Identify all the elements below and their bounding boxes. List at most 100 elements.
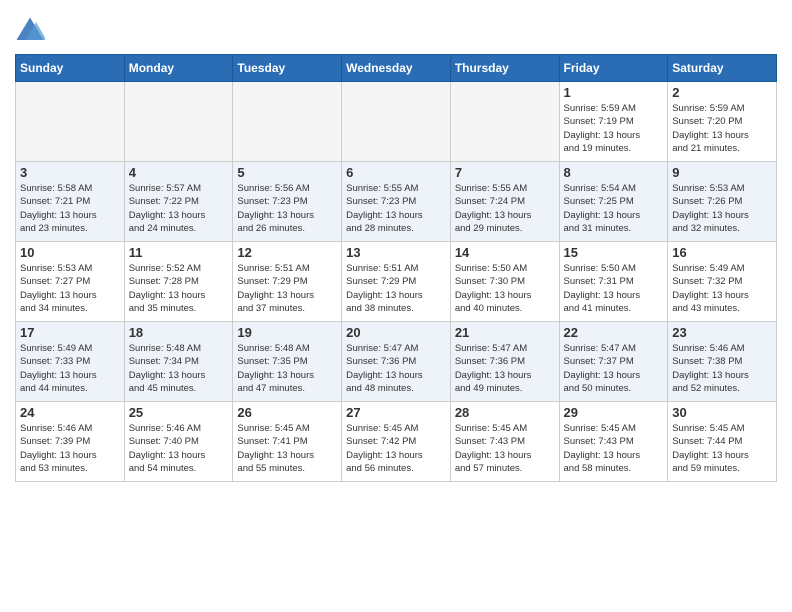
calendar-cell: 5 Sunrise: 5:56 AMSunset: 7:23 PMDaylight… [233,162,342,242]
weekday-header-row: SundayMondayTuesdayWednesdayThursdayFrid… [16,55,777,82]
day-info: Sunrise: 5:56 AMSunset: 7:23 PMDaylight:… [237,182,337,235]
day-number: 26 [237,405,337,420]
day-info: Sunrise: 5:48 AMSunset: 7:34 PMDaylight:… [129,342,229,395]
day-info: Sunrise: 5:58 AMSunset: 7:21 PMDaylight:… [20,182,120,235]
day-number: 1 [564,85,664,100]
day-info: Sunrise: 5:47 AMSunset: 7:37 PMDaylight:… [564,342,664,395]
calendar-cell [450,82,559,162]
weekday-header-friday: Friday [559,55,668,82]
day-number: 13 [346,245,446,260]
calendar-cell: 4 Sunrise: 5:57 AMSunset: 7:22 PMDaylight… [124,162,233,242]
calendar-cell: 29Sunrise: 5:45 AMSunset: 7:43 PMDayligh… [559,402,668,482]
day-number: 15 [564,245,664,260]
day-info: Sunrise: 5:46 AMSunset: 7:38 PMDaylight:… [672,342,772,395]
weekday-header-sunday: Sunday [16,55,125,82]
day-number: 9 [672,165,772,180]
weekday-header-monday: Monday [124,55,233,82]
day-number: 7 [455,165,555,180]
day-info: Sunrise: 5:54 AMSunset: 7:25 PMDaylight:… [564,182,664,235]
day-number: 27 [346,405,446,420]
day-number: 20 [346,325,446,340]
day-number: 22 [564,325,664,340]
day-number: 5 [237,165,337,180]
calendar-week-5: 24 Sunrise: 5:46 AMSunset: 7:39 PMDayligh… [16,402,777,482]
calendar-cell: 11Sunrise: 5:52 AMSunset: 7:28 PMDayligh… [124,242,233,322]
day-info: Sunrise: 5:45 AMSunset: 7:41 PMDaylight:… [237,422,337,475]
logo [15,16,49,46]
calendar-cell: 7 Sunrise: 5:55 AMSunset: 7:24 PMDaylight… [450,162,559,242]
calendar-week-3: 10 Sunrise: 5:53 AMSunset: 7:27 PMDayligh… [16,242,777,322]
day-info: Sunrise: 5:49 AMSunset: 7:32 PMDaylight:… [672,262,772,315]
calendar-week-4: 17 Sunrise: 5:49 AMSunset: 7:33 PMDayligh… [16,322,777,402]
day-number: 23 [672,325,772,340]
day-info: Sunrise: 5:55 AMSunset: 7:24 PMDaylight:… [455,182,555,235]
day-info: Sunrise: 5:51 AMSunset: 7:29 PMDaylight:… [237,262,337,315]
calendar-week-2: 3 Sunrise: 5:58 AMSunset: 7:21 PMDaylight… [16,162,777,242]
calendar-cell: 19Sunrise: 5:48 AMSunset: 7:35 PMDayligh… [233,322,342,402]
day-info: Sunrise: 5:53 AMSunset: 7:26 PMDaylight:… [672,182,772,235]
calendar-cell: 6Sunrise: 5:55 AMSunset: 7:23 PMDaylight… [342,162,451,242]
weekday-header-wednesday: Wednesday [342,55,451,82]
day-info: Sunrise: 5:45 AMSunset: 7:43 PMDaylight:… [455,422,555,475]
calendar-cell: 25 Sunrise: 5:46 AMSunset: 7:40 PMDayligh… [124,402,233,482]
calendar-cell [16,82,125,162]
calendar-cell [342,82,451,162]
calendar-cell: 24 Sunrise: 5:46 AMSunset: 7:39 PMDayligh… [16,402,125,482]
weekday-header-tuesday: Tuesday [233,55,342,82]
day-number: 4 [129,165,229,180]
calendar-cell: 2Sunrise: 5:59 AMSunset: 7:20 PMDaylight… [668,82,777,162]
calendar-cell: 27 Sunrise: 5:45 AMSunset: 7:42 PMDayligh… [342,402,451,482]
calendar-cell [233,82,342,162]
calendar-cell: 13 Sunrise: 5:51 AMSunset: 7:29 PMDayligh… [342,242,451,322]
day-number: 30 [672,405,772,420]
day-number: 28 [455,405,555,420]
day-number: 16 [672,245,772,260]
day-number: 10 [20,245,120,260]
day-info: Sunrise: 5:53 AMSunset: 7:27 PMDaylight:… [20,262,120,315]
calendar-cell: 23 Sunrise: 5:46 AMSunset: 7:38 PMDayligh… [668,322,777,402]
day-info: Sunrise: 5:50 AMSunset: 7:31 PMDaylight:… [564,262,664,315]
day-number: 14 [455,245,555,260]
calendar-cell: 21 Sunrise: 5:47 AMSunset: 7:36 PMDayligh… [450,322,559,402]
calendar-cell: 9 Sunrise: 5:53 AMSunset: 7:26 PMDaylight… [668,162,777,242]
calendar-cell [124,82,233,162]
day-number: 2 [672,85,772,100]
calendar-cell: 14 Sunrise: 5:50 AMSunset: 7:30 PMDayligh… [450,242,559,322]
logo-icon [15,16,45,46]
day-info: Sunrise: 5:49 AMSunset: 7:33 PMDaylight:… [20,342,120,395]
calendar-cell: 10 Sunrise: 5:53 AMSunset: 7:27 PMDayligh… [16,242,125,322]
calendar-week-1: 1Sunrise: 5:59 AMSunset: 7:19 PMDaylight… [16,82,777,162]
day-number: 21 [455,325,555,340]
calendar-cell: 26 Sunrise: 5:45 AMSunset: 7:41 PMDayligh… [233,402,342,482]
day-info: Sunrise: 5:45 AMSunset: 7:42 PMDaylight:… [346,422,446,475]
calendar-cell: 28 Sunrise: 5:45 AMSunset: 7:43 PMDayligh… [450,402,559,482]
calendar-cell: 18 Sunrise: 5:48 AMSunset: 7:34 PMDayligh… [124,322,233,402]
day-info: Sunrise: 5:47 AMSunset: 7:36 PMDaylight:… [346,342,446,395]
day-number: 8 [564,165,664,180]
day-number: 18 [129,325,229,340]
calendar-cell: 22 Sunrise: 5:47 AMSunset: 7:37 PMDayligh… [559,322,668,402]
day-info: Sunrise: 5:46 AMSunset: 7:40 PMDaylight:… [129,422,229,475]
weekday-header-thursday: Thursday [450,55,559,82]
weekday-header-saturday: Saturday [668,55,777,82]
day-number: 19 [237,325,337,340]
calendar-cell: 30 Sunrise: 5:45 AMSunset: 7:44 PMDayligh… [668,402,777,482]
calendar-cell: 17 Sunrise: 5:49 AMSunset: 7:33 PMDayligh… [16,322,125,402]
day-info: Sunrise: 5:47 AMSunset: 7:36 PMDaylight:… [455,342,555,395]
calendar-cell: 1Sunrise: 5:59 AMSunset: 7:19 PMDaylight… [559,82,668,162]
day-number: 6 [346,165,446,180]
day-info: Sunrise: 5:57 AMSunset: 7:22 PMDaylight:… [129,182,229,235]
day-number: 17 [20,325,120,340]
day-info: Sunrise: 5:50 AMSunset: 7:30 PMDaylight:… [455,262,555,315]
day-number: 3 [20,165,120,180]
calendar-cell: 3 Sunrise: 5:58 AMSunset: 7:21 PMDaylight… [16,162,125,242]
day-number: 11 [129,245,229,260]
calendar-cell: 16 Sunrise: 5:49 AMSunset: 7:32 PMDayligh… [668,242,777,322]
day-number: 12 [237,245,337,260]
day-info: Sunrise: 5:45 AMSunset: 7:44 PMDaylight:… [672,422,772,475]
day-number: 24 [20,405,120,420]
day-number: 25 [129,405,229,420]
day-info: Sunrise: 5:51 AMSunset: 7:29 PMDaylight:… [346,262,446,315]
calendar-cell: 8 Sunrise: 5:54 AMSunset: 7:25 PMDaylight… [559,162,668,242]
day-info: Sunrise: 5:46 AMSunset: 7:39 PMDaylight:… [20,422,120,475]
